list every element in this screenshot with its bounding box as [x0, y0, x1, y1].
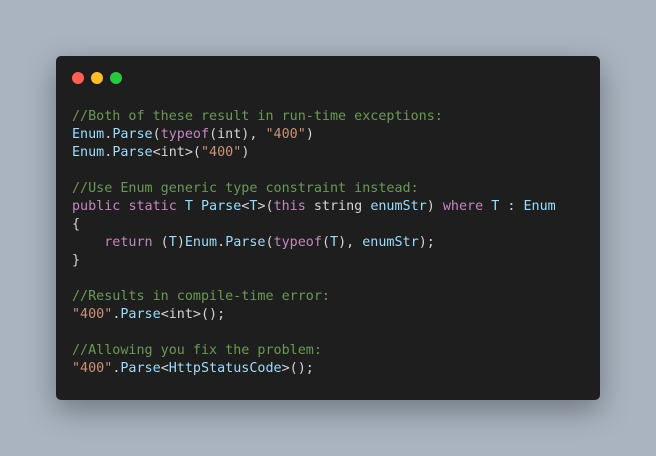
- code-token-plain: (: [321, 235, 330, 250]
- code-token-plain: (: [265, 235, 274, 250]
- code-token-type: T: [330, 235, 339, 250]
- code-token-plain: >(: [257, 199, 274, 214]
- code-token-type: Enum: [72, 145, 105, 160]
- code-line: public static T Parse<T>(this string enu…: [72, 198, 556, 216]
- code-token-plain: :: [499, 199, 524, 214]
- code-token-plain: ): [426, 199, 443, 214]
- code-token-ident: enumStr: [370, 199, 427, 214]
- code-token-plain: }: [72, 253, 81, 268]
- code-token-plain: ): [305, 127, 314, 142]
- code-token-plain: ): [176, 235, 185, 250]
- code-token-type: Enum: [72, 127, 105, 142]
- code-line: //Both of these result in run-time excep…: [72, 108, 556, 126]
- code-token-ident: Parse: [120, 361, 161, 376]
- code-token-plain: ),: [338, 235, 363, 250]
- code-window: //Both of these result in run-time excep…: [56, 56, 600, 400]
- minimize-dot[interactable]: [91, 72, 103, 84]
- code-token-type: T: [184, 199, 193, 214]
- code-token-keyword: typeof: [160, 127, 210, 142]
- code-line: //Results in compile-time error:: [72, 288, 556, 306]
- maximize-dot[interactable]: [110, 72, 122, 84]
- code-token-keyword: this: [273, 199, 306, 214]
- code-token-string: "400": [201, 145, 242, 160]
- code-token-plain: <int>();: [160, 307, 226, 322]
- code-token-plain: );: [418, 235, 435, 250]
- code-token-plain: ): [241, 145, 250, 160]
- code-token-ident: Parse: [112, 145, 153, 160]
- code-token-ident: Parse: [120, 307, 161, 322]
- code-line: {: [72, 216, 556, 234]
- code-line: //Use Enum generic type constraint inste…: [72, 180, 556, 198]
- code-token-plain: (: [152, 235, 169, 250]
- code-token-type: HttpStatusCode: [168, 361, 282, 376]
- code-token-plain: .: [217, 235, 226, 250]
- code-line: "400".Parse<HttpStatusCode>();: [72, 360, 556, 378]
- code-token-keyword: static: [128, 199, 177, 214]
- window-controls: [72, 72, 122, 84]
- code-token-type: T: [168, 235, 177, 250]
- code-line: return (T)Enum.Parse(typeof(T), enumStr)…: [72, 234, 556, 252]
- code-token-plain: (: [152, 127, 161, 142]
- code-token-ident: Parse: [201, 199, 242, 214]
- code-token-keyword: where: [442, 199, 484, 214]
- code-token-ident: enumStr: [362, 235, 419, 250]
- code-token-ident: Parse: [112, 127, 153, 142]
- code-block: //Both of these result in run-time excep…: [72, 108, 556, 378]
- code-token-type: Enum: [184, 235, 218, 250]
- code-token-comment: //Both of these result in run-time excep…: [72, 109, 443, 124]
- close-dot[interactable]: [72, 72, 84, 84]
- code-token-plain: >();: [281, 361, 314, 376]
- code-line: //Allowing you fix the problem:: [72, 342, 556, 360]
- code-line: "400".Parse<int>();: [72, 306, 556, 324]
- code-token-ident: Parse: [225, 235, 266, 250]
- code-token-comment: //Results in compile-time error:: [72, 289, 330, 304]
- code-token-plain: (int),: [209, 127, 266, 142]
- code-token-comment: //Use Enum generic type constraint inste…: [72, 181, 419, 196]
- code-token-keyword: public: [72, 199, 121, 214]
- code-token-plain: <: [160, 361, 169, 376]
- code-line: Enum.Parse<int>("400"): [72, 144, 556, 162]
- code-token-string: "400": [72, 361, 113, 376]
- code-token-keyword: typeof: [273, 235, 322, 250]
- code-token-plain: <int>(: [152, 145, 201, 160]
- code-line: }: [72, 252, 556, 270]
- code-token-string: "400": [265, 127, 306, 142]
- code-token-comment: //Allowing you fix the problem:: [72, 343, 322, 358]
- code-token-keyword: return: [104, 235, 153, 250]
- code-token-type: Enum: [523, 199, 556, 214]
- code-token-string: "400": [72, 307, 113, 322]
- code-line: Enum.Parse(typeof(int), "400"): [72, 126, 556, 144]
- code-token-plain: string: [305, 199, 371, 214]
- code-token-plain: {: [72, 217, 81, 232]
